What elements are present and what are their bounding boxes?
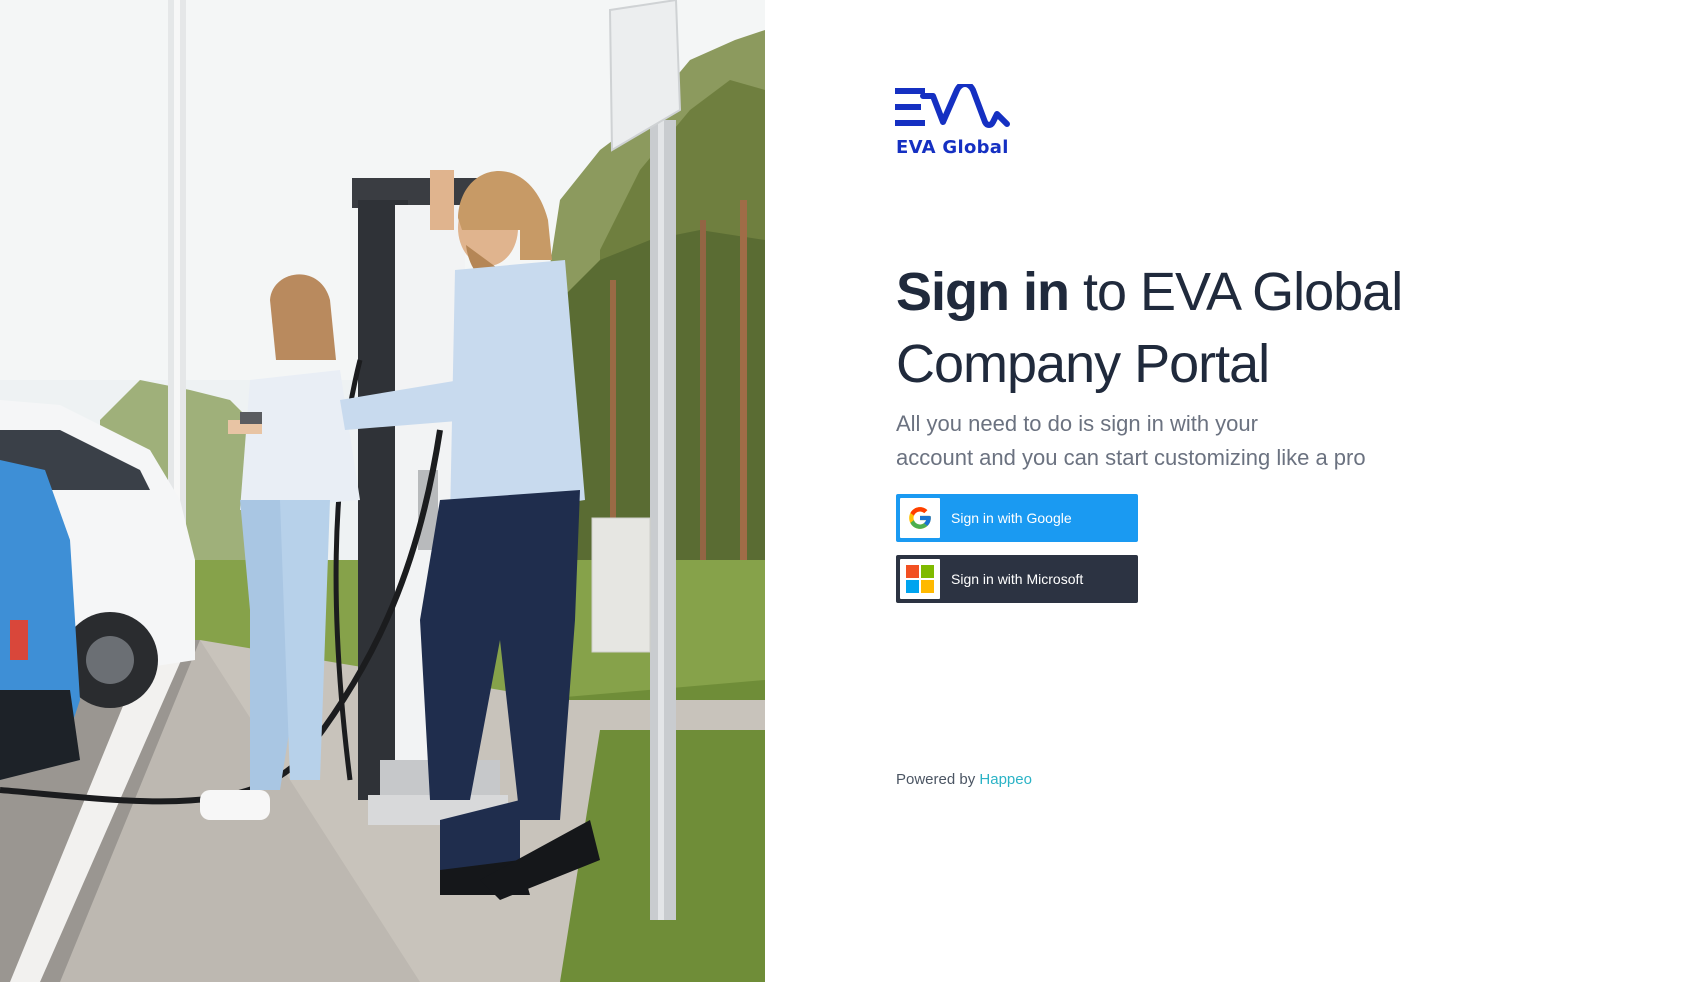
microsoft-signin-button[interactable]: Sign in with Microsoft [896,555,1138,603]
google-icon-box [900,498,940,538]
login-page: EVA Global Sign in to EVA Global Company… [0,0,1686,982]
ev-charging-photo [0,0,765,982]
page-title: Sign in to EVA Global Company Portal [896,256,1616,400]
signin-panel: EVA Global Sign in to EVA Global Company… [765,0,1686,982]
google-signin-button[interactable]: Sign in with Google [896,494,1138,542]
page-subtitle: All you need to do is sign in with your … [896,407,1456,475]
subtitle-line2: account and you can start customizing li… [896,445,1366,470]
powered-by-footer: Powered by Happeo [896,771,1032,788]
title-rest: to EVA Global [1068,262,1403,322]
title-strong: Sign in [896,262,1070,322]
title-line2: Company Portal [896,334,1270,394]
microsoft-icon [906,565,934,593]
hero-photo [0,0,765,982]
microsoft-icon-box [900,559,940,599]
google-icon [909,507,931,529]
happeo-link[interactable]: Happeo [979,771,1032,788]
logo-wordmark: EVA Global [896,137,1009,158]
powered-by-text: Powered by [896,771,980,788]
google-signin-label: Sign in with Google [951,510,1072,526]
eva-wave-logo-icon [895,84,1010,128]
microsoft-signin-label: Sign in with Microsoft [951,571,1084,587]
subtitle-line1: All you need to do is sign in with your [896,411,1258,436]
